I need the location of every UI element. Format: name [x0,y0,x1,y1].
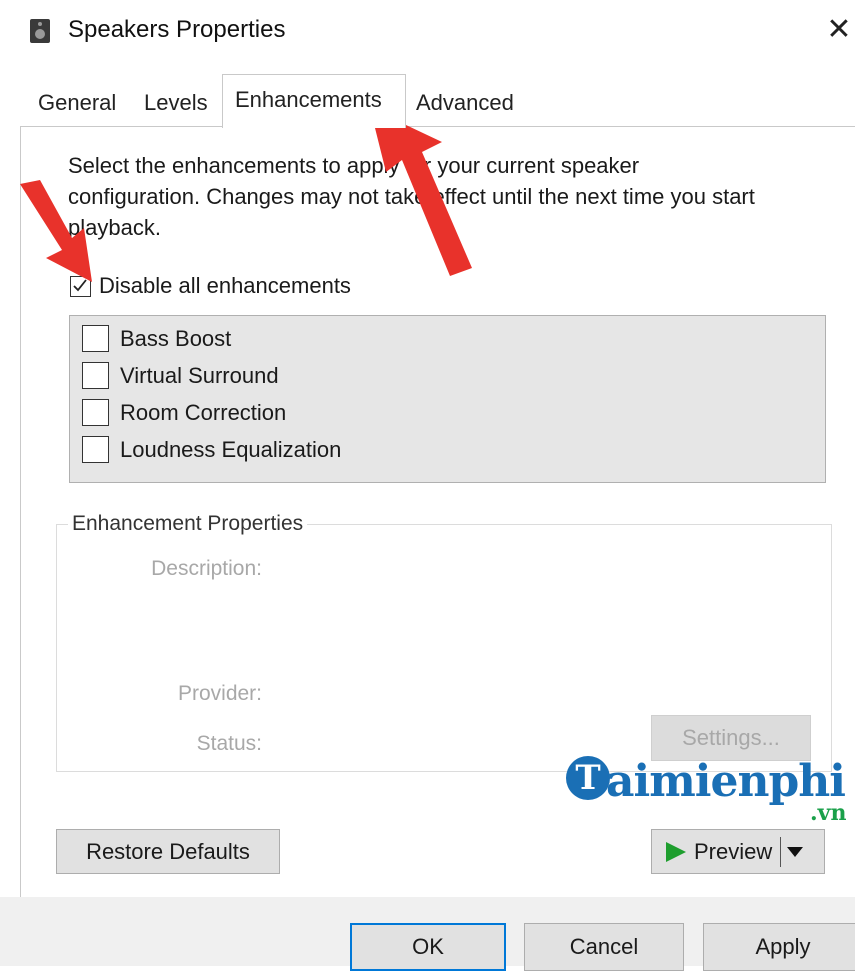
enhancement-room-correction[interactable]: Room Correction [82,399,286,426]
watermark-logo-icon: T [566,756,610,800]
enhancement-label: Bass Boost [120,325,232,351]
enhancement-label: Loudness Equalization [120,436,342,462]
ok-button[interactable]: OK [350,923,506,971]
annotation-arrow-icon [20,180,92,282]
checkbox-icon[interactable] [82,325,109,352]
preview-label: Preview [694,838,773,864]
apply-button[interactable]: Apply [703,923,855,971]
preview-button[interactable]: Preview [651,829,825,874]
tab-general[interactable]: General [30,82,124,124]
settings-button[interactable]: Settings... [651,715,811,761]
enhancement-properties-label: Enhancement Properties [68,512,308,536]
split-divider [780,836,782,867]
play-icon [666,841,686,862]
enhancement-virtual-surround[interactable]: Virtual Surround [82,362,279,389]
disable-all-enhancements-checkbox[interactable]: Disable all enhancements [70,273,351,299]
tab-enhancements[interactable]: Enhancements [222,74,406,128]
restore-defaults-button[interactable]: Restore Defaults [56,829,280,874]
provider-label: Provider: [177,682,262,705]
enhancement-label: Virtual Surround [120,362,279,388]
enhancement-loudness-equalization[interactable]: Loudness Equalization [82,436,341,463]
enhancement-label: Room Correction [120,399,287,425]
title-bar: Speakers Properties ✕ [0,0,855,64]
description-label: Description: [151,557,262,580]
window-title: Speakers Properties [68,16,286,43]
disable-all-label: Disable all enhancements [99,273,351,298]
watermark-suffix: .vn [810,800,847,826]
speakers-properties-window: Speakers Properties ✕ General Levels Enh… [0,0,855,971]
tab-levels[interactable]: Levels [136,82,216,124]
speaker-icon [30,19,50,43]
checkbox-icon[interactable] [82,362,109,389]
cancel-button[interactable]: Cancel [524,923,684,971]
enhancement-bass-boost[interactable]: Bass Boost [82,325,231,352]
checkbox-icon[interactable] [82,436,109,463]
close-icon[interactable]: ✕ [822,10,855,50]
status-label: Status: [196,732,262,755]
chevron-down-icon[interactable] [785,845,805,859]
checkbox-icon[interactable] [82,399,109,426]
